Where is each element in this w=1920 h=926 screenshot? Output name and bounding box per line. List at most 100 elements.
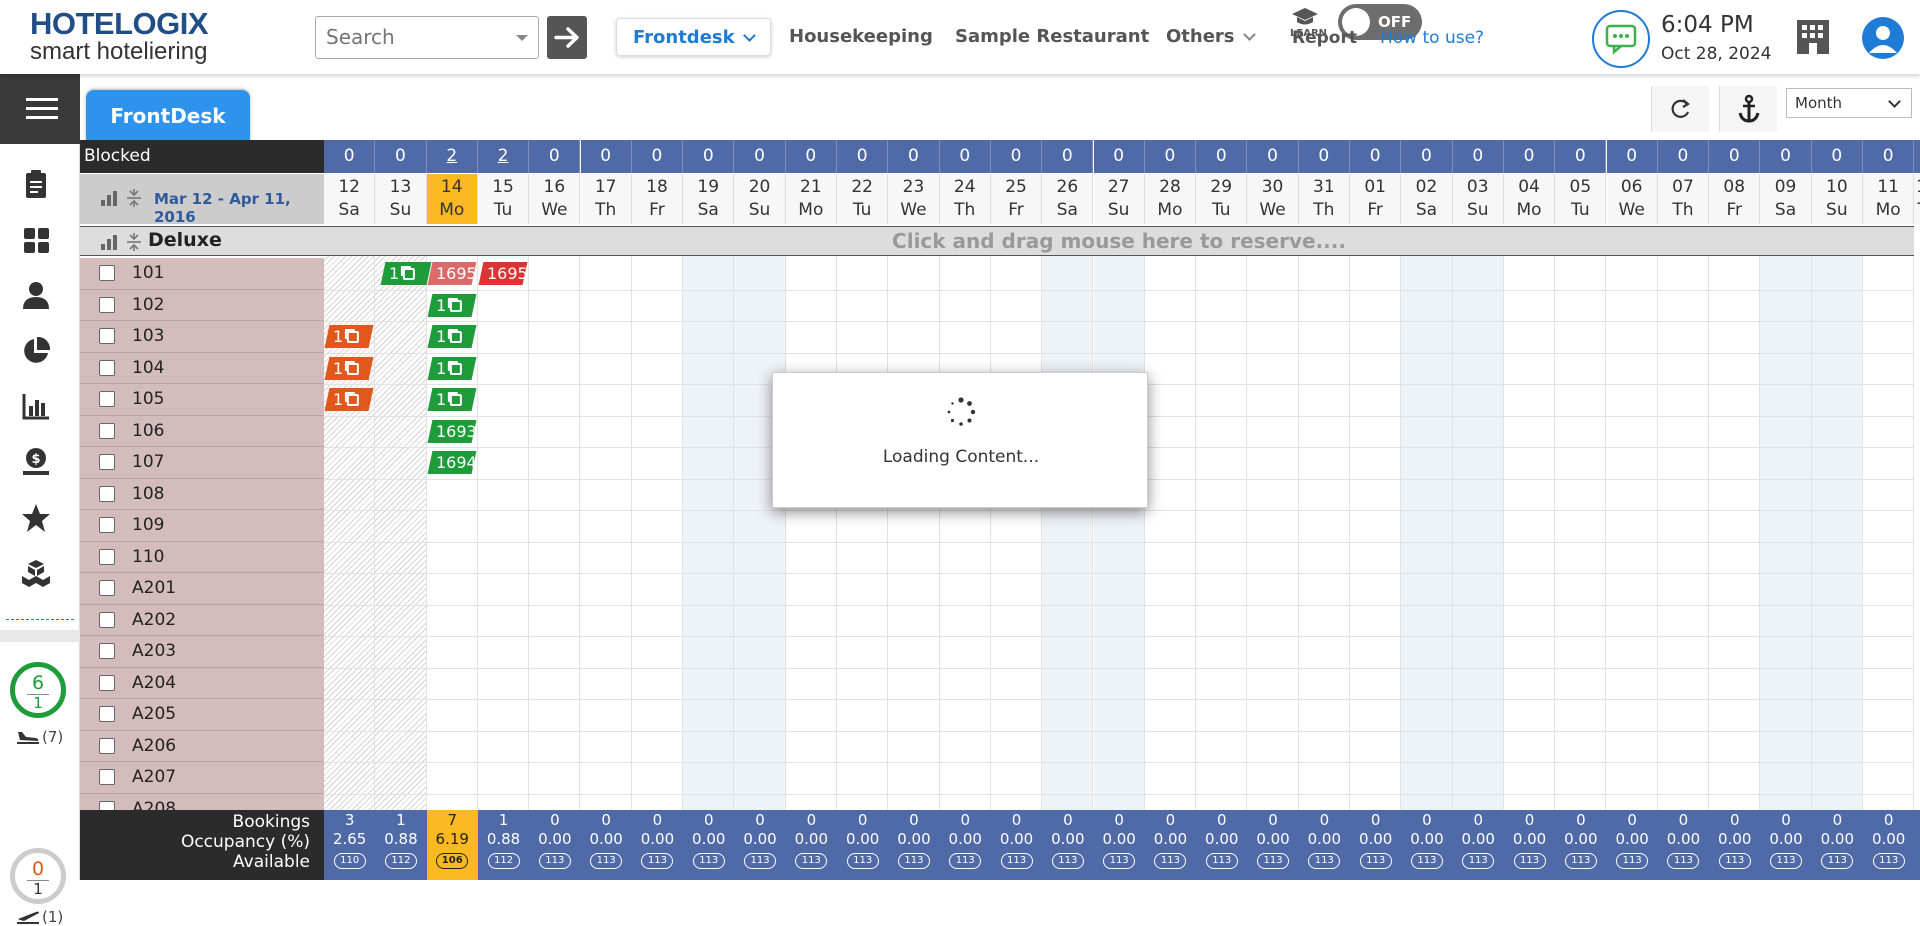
room-checkbox[interactable] [99, 769, 115, 785]
room-checkbox[interactable] [99, 422, 115, 439]
anchor-button[interactable] [1719, 86, 1777, 132]
date-header[interactable]: 01 Fr [1350, 174, 1402, 224]
day-column[interactable] [990, 256, 1043, 810]
date-header[interactable]: 22 Tu [837, 174, 889, 224]
departures-counter[interactable]: 0 1 [10, 848, 66, 904]
date-header[interactable]: 08 Fr [1709, 174, 1761, 224]
day-column[interactable] [1452, 256, 1504, 810]
expand-collapse-icon[interactable] [126, 188, 142, 208]
day-column[interactable] [477, 256, 530, 810]
booking-block[interactable]: 1 [380, 262, 432, 285]
room-checkbox[interactable] [99, 643, 115, 659]
day-column[interactable] [1863, 256, 1915, 810]
day-column[interactable] [888, 256, 940, 810]
date-header[interactable]: 18 Fr [631, 174, 684, 224]
nav-others[interactable]: Others [1166, 18, 1256, 56]
date-header[interactable]: 12Tu [1914, 174, 1920, 224]
date-header[interactable]: 03 Su [1452, 174, 1504, 224]
booking-block[interactable]: 1 [427, 293, 477, 317]
date-header[interactable]: 24 Th [939, 174, 991, 224]
day-column[interactable] [631, 256, 684, 810]
room-checkbox[interactable] [99, 611, 115, 628]
booking-block[interactable]: 1 [324, 356, 374, 380]
tab-frontdesk[interactable]: FrontDesk [86, 90, 250, 142]
booking-block[interactable]: 1695 [427, 262, 477, 285]
date-header[interactable]: 30 We [1247, 174, 1299, 224]
logo[interactable]: HOTELOGIX smart hoteliering [30, 8, 209, 64]
date-header[interactable]: 11 Mo [1863, 174, 1915, 224]
search-input[interactable] [316, 17, 496, 57]
user-avatar[interactable] [1862, 17, 1904, 59]
day-column[interactable] [580, 256, 632, 810]
date-header[interactable]: 12 Sa [324, 174, 376, 224]
bars-icon[interactable] [100, 234, 118, 250]
day-column[interactable] [1247, 256, 1299, 810]
day-column[interactable] [683, 256, 735, 810]
date-header[interactable]: 20 Su [734, 174, 786, 224]
booking-block[interactable]: 1693 [427, 419, 477, 443]
date-header[interactable]: 05 Tu [1555, 174, 1607, 224]
day-column[interactable] [529, 256, 581, 810]
nav-report[interactable]: Report [1292, 28, 1357, 48]
date-header[interactable]: 04 Mo [1503, 174, 1556, 224]
date-header[interactable]: 09 Sa [1760, 174, 1812, 224]
date-header[interactable]: 31 Th [1298, 174, 1350, 224]
room-checkbox[interactable] [99, 454, 115, 470]
search-box[interactable] [315, 16, 539, 59]
date-header[interactable]: 23 We [888, 174, 940, 224]
room-checkbox[interactable] [99, 265, 115, 281]
dashboard-icon[interactable] [20, 224, 52, 256]
clipboard-icon[interactable] [20, 168, 52, 200]
date-header[interactable]: 14 Mo [426, 174, 478, 224]
view-select[interactable]: Month [1786, 88, 1912, 118]
date-header[interactable]: 10 Su [1811, 174, 1863, 224]
bars-icon[interactable] [100, 190, 118, 206]
booking-block[interactable]: 1694 [427, 451, 477, 474]
nav-frontdesk[interactable]: Frontdesk [616, 18, 771, 56]
day-column[interactable] [375, 256, 427, 810]
day-column[interactable] [1298, 256, 1350, 810]
room-checkbox[interactable] [99, 737, 115, 754]
date-header[interactable]: 07 Th [1657, 174, 1710, 224]
room-checkbox[interactable] [99, 548, 115, 565]
blocked-count[interactable]: 2 [426, 140, 478, 173]
date-header[interactable]: 06 We [1606, 174, 1658, 224]
day-column[interactable] [1760, 256, 1812, 810]
date-header[interactable]: 02 Sa [1401, 174, 1453, 224]
booking-block[interactable]: 1695 [478, 262, 528, 285]
day-column[interactable] [1144, 256, 1197, 810]
date-header[interactable]: 19 Sa [683, 174, 735, 224]
date-header[interactable]: 13 Su [375, 174, 427, 224]
room-checkbox[interactable] [99, 391, 115, 407]
day-column[interactable] [1811, 256, 1863, 810]
pie-chart-icon[interactable] [20, 335, 52, 367]
chat-button[interactable] [1592, 10, 1650, 68]
day-column[interactable] [785, 256, 837, 810]
guest-icon[interactable] [20, 279, 52, 311]
booking-block[interactable]: 1 [427, 388, 477, 411]
day-column[interactable] [939, 256, 991, 810]
room-checkbox[interactable] [99, 517, 115, 533]
star-icon[interactable] [20, 502, 52, 534]
menu-button[interactable] [0, 74, 80, 144]
search-dropdown-icon[interactable] [516, 35, 528, 41]
day-column[interactable] [1042, 256, 1094, 810]
room-checkbox[interactable] [99, 674, 115, 691]
day-column[interactable] [1606, 256, 1658, 810]
day-column[interactable] [1093, 256, 1145, 810]
day-column[interactable] [1503, 256, 1556, 810]
refresh-button[interactable] [1651, 86, 1709, 132]
nav-sample-restaurant[interactable]: Sample Restaurant [955, 18, 1149, 56]
day-column[interactable] [1709, 256, 1761, 810]
day-column[interactable] [837, 256, 889, 810]
blocked-count[interactable]: 2 [477, 140, 530, 173]
date-header[interactable]: 21 Mo [785, 174, 837, 224]
drag-to-reserve-hint[interactable]: Click and drag mouse here to reserve.... [324, 229, 1914, 253]
day-column[interactable] [1350, 256, 1402, 810]
arrivals-counter[interactable]: 6 1 [10, 662, 66, 718]
date-header[interactable]: 17 Th [580, 174, 632, 224]
property-button[interactable] [1795, 18, 1831, 60]
booking-block[interactable]: 1 [324, 388, 374, 411]
cash-icon[interactable]: $ [20, 446, 52, 478]
date-header[interactable]: 15 Tu [477, 174, 530, 224]
